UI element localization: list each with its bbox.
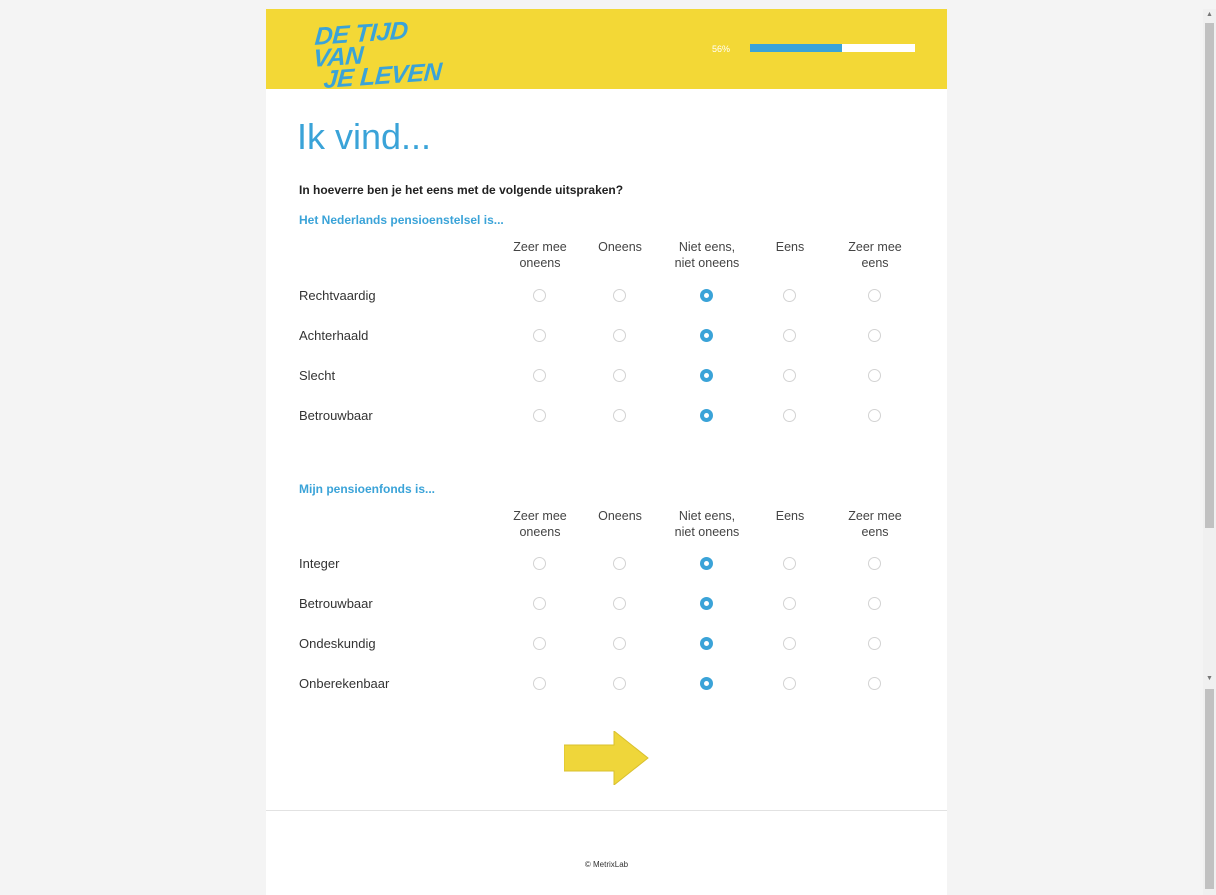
progress-label: 56% <box>712 44 731 54</box>
row-label: Achterhaald <box>299 328 369 343</box>
scroll-up-icon[interactable]: ▲ <box>1206 11 1213 18</box>
radio-button[interactable] <box>533 597 546 610</box>
row-label: Betrouwbaar <box>299 408 373 423</box>
radio-button-selected[interactable] <box>700 557 713 570</box>
vertical-scrollbar[interactable]: ▲ ▼ <box>1203 9 1216 895</box>
progress-bar-fill <box>750 44 843 52</box>
next-button[interactable] <box>563 729 650 790</box>
progress-bar <box>750 44 915 52</box>
radio-button[interactable] <box>868 597 881 610</box>
column-header: Oneens <box>570 508 670 524</box>
radio-button[interactable] <box>613 557 626 570</box>
radio-button[interactable] <box>868 637 881 650</box>
header-bar: DE TIJD VAN JE LEVEN 56% <box>266 9 947 94</box>
radio-button[interactable] <box>868 409 881 422</box>
radio-button-selected[interactable] <box>700 409 713 422</box>
radio-button[interactable] <box>533 557 546 570</box>
footer-divider <box>266 810 947 811</box>
radio-button[interactable] <box>533 369 546 382</box>
column-header: Oneens <box>570 239 670 255</box>
radio-button[interactable] <box>783 677 796 690</box>
column-header: Zeer mee eens <box>825 239 925 271</box>
row-label: Rechtvaardig <box>299 288 376 303</box>
radio-button[interactable] <box>868 289 881 302</box>
radio-button[interactable] <box>613 369 626 382</box>
radio-button-selected[interactable] <box>700 677 713 690</box>
radio-button[interactable] <box>783 289 796 302</box>
page-title: Ik vind... <box>297 116 432 157</box>
logo-line-2: JE LEVEN <box>322 57 443 94</box>
column-header-line1: Oneens <box>598 240 642 254</box>
column-header: Zeer mee eens <box>825 508 925 540</box>
scrollbar-thumb-lower[interactable] <box>1205 689 1214 889</box>
radio-button[interactable] <box>613 637 626 650</box>
column-header-line2: eens <box>861 525 889 539</box>
radio-button[interactable] <box>783 637 796 650</box>
radio-button[interactable] <box>533 289 546 302</box>
column-header-line2: oneens <box>519 256 561 270</box>
radio-button[interactable] <box>533 677 546 690</box>
row-label: Ondeskundig <box>299 636 376 651</box>
column-header-line1: Zeer mee <box>848 240 902 254</box>
radio-button[interactable] <box>868 677 881 690</box>
radio-button[interactable] <box>613 409 626 422</box>
question-text: In hoeverre ben je het eens met de volge… <box>299 183 624 197</box>
scroll-down-icon[interactable]: ▼ <box>1206 675 1213 682</box>
radio-button[interactable] <box>533 329 546 342</box>
radio-button[interactable] <box>613 677 626 690</box>
column-header-line1: Oneens <box>598 509 642 523</box>
column-header-line2: eens <box>861 256 889 270</box>
radio-button[interactable] <box>783 597 796 610</box>
radio-button[interactable] <box>533 409 546 422</box>
radio-button[interactable] <box>613 289 626 302</box>
row-label: Integer <box>299 556 340 571</box>
row-label: Betrouwbaar <box>299 596 373 611</box>
radio-button[interactable] <box>613 597 626 610</box>
survey-page: DE TIJD VAN JE LEVEN 56% Ik vind... In h… <box>266 9 947 895</box>
row-label: Slecht <box>299 368 336 383</box>
radio-button[interactable] <box>533 637 546 650</box>
column-header-line2: niet oneens <box>674 525 740 539</box>
section-title: Mijn pensioenfonds is... <box>299 482 436 496</box>
radio-button[interactable] <box>613 329 626 342</box>
radio-button-selected[interactable] <box>700 637 713 650</box>
arrow-right-icon <box>563 729 649 787</box>
radio-button[interactable] <box>868 329 881 342</box>
radio-button-selected[interactable] <box>700 369 713 382</box>
radio-button[interactable] <box>868 369 881 382</box>
column-header-line1: Zeer mee <box>848 509 902 523</box>
section-title: Het Nederlands pensioenstelsel is... <box>299 213 504 227</box>
column-header-line2: oneens <box>519 525 561 539</box>
radio-button[interactable] <box>783 329 796 342</box>
row-label: Onberekenbaar <box>299 676 390 691</box>
radio-button[interactable] <box>783 369 796 382</box>
column-header-line2: niet oneens <box>674 256 740 270</box>
radio-button-selected[interactable] <box>700 597 713 610</box>
scrollbar-thumb[interactable] <box>1205 23 1214 528</box>
radio-button-selected[interactable] <box>700 289 713 302</box>
footer-copyright: © MetrixLab <box>584 860 629 869</box>
logo: DE TIJD VAN JE LEVEN <box>311 16 456 94</box>
radio-button[interactable] <box>783 409 796 422</box>
radio-button-selected[interactable] <box>700 329 713 342</box>
radio-button[interactable] <box>783 557 796 570</box>
radio-button[interactable] <box>868 557 881 570</box>
